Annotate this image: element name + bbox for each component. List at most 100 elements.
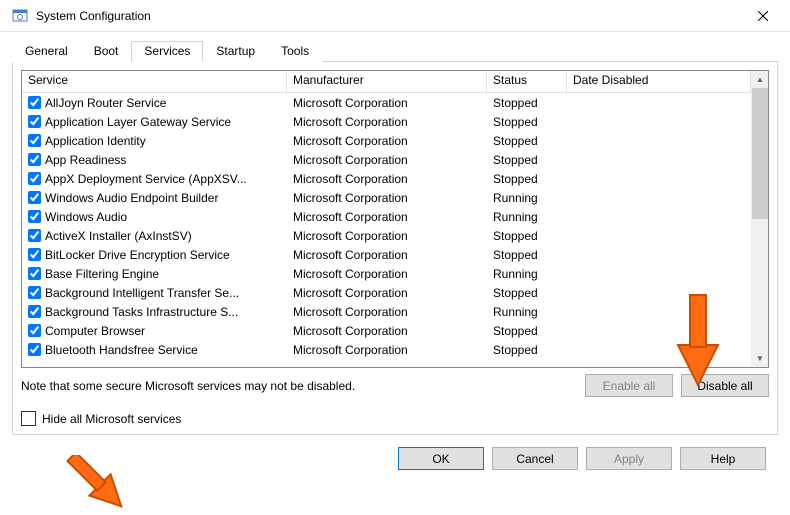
manufacturer-cell: Microsoft Corporation xyxy=(287,191,487,205)
cancel-button[interactable]: Cancel xyxy=(492,447,578,470)
status-cell: Stopped xyxy=(487,172,567,186)
tab-tools[interactable]: Tools xyxy=(268,41,322,62)
service-checkbox[interactable] xyxy=(28,305,41,318)
service-checkbox[interactable] xyxy=(28,267,41,280)
manufacturer-cell: Microsoft Corporation xyxy=(287,229,487,243)
status-cell: Stopped xyxy=(487,115,567,129)
service-name: BitLocker Drive Encryption Service xyxy=(45,248,230,262)
manufacturer-cell: Microsoft Corporation xyxy=(287,267,487,281)
service-name: AllJoyn Router Service xyxy=(45,96,166,110)
tab-startup[interactable]: Startup xyxy=(203,41,268,62)
enable-all-button[interactable]: Enable all xyxy=(585,374,673,397)
ok-button[interactable]: OK xyxy=(398,447,484,470)
service-name: Base Filtering Engine xyxy=(45,267,159,281)
table-row[interactable]: AppX Deployment Service (AppXSV... Micros… xyxy=(22,169,751,188)
service-checkbox[interactable] xyxy=(28,248,41,261)
status-cell: Running xyxy=(487,191,567,205)
hide-ms-services-label[interactable]: Hide all Microsoft services xyxy=(42,412,181,426)
titlebar: System Configuration xyxy=(0,0,790,32)
tab-services[interactable]: Services xyxy=(131,41,203,62)
manufacturer-cell: Microsoft Corporation xyxy=(287,286,487,300)
service-checkbox[interactable] xyxy=(28,134,41,147)
service-name: Background Intelligent Transfer Se... xyxy=(45,286,239,300)
table-row[interactable]: Base Filtering Engine Microsoft Corporati… xyxy=(22,264,751,283)
app-icon xyxy=(12,8,28,24)
service-checkbox[interactable] xyxy=(28,153,41,166)
status-cell: Running xyxy=(487,210,567,224)
status-cell: Stopped xyxy=(487,96,567,110)
service-checkbox[interactable] xyxy=(28,324,41,337)
scroll-up-icon[interactable]: ▲ xyxy=(752,71,768,88)
services-listview: Service Manufacturer Status Date Disable… xyxy=(21,70,769,368)
tab-strip: General Boot Services Startup Tools xyxy=(12,40,778,62)
service-name: App Readiness xyxy=(45,153,126,167)
service-checkbox[interactable] xyxy=(28,115,41,128)
table-row[interactable]: Computer Browser Microsoft CorporationSto… xyxy=(22,321,751,340)
service-checkbox[interactable] xyxy=(28,343,41,356)
status-cell: Stopped xyxy=(487,324,567,338)
service-checkbox[interactable] xyxy=(28,172,41,185)
scrollbar-vertical[interactable]: ▲ ▼ xyxy=(751,71,768,367)
tab-boot[interactable]: Boot xyxy=(81,41,132,62)
status-cell: Stopped xyxy=(487,134,567,148)
table-row[interactable]: Background Intelligent Transfer Se... Mic… xyxy=(22,283,751,302)
service-checkbox[interactable] xyxy=(28,191,41,204)
help-button[interactable]: Help xyxy=(680,447,766,470)
status-cell: Running xyxy=(487,267,567,281)
table-row[interactable]: Bluetooth Handsfree Service Microsoft Cor… xyxy=(22,340,751,359)
tab-general[interactable]: General xyxy=(12,41,81,62)
manufacturer-cell: Microsoft Corporation xyxy=(287,96,487,110)
service-name: Application Identity xyxy=(45,134,146,148)
table-row[interactable]: Application Identity Microsoft Corporatio… xyxy=(22,131,751,150)
manufacturer-cell: Microsoft Corporation xyxy=(287,324,487,338)
service-name: Bluetooth Handsfree Service xyxy=(45,343,198,357)
manufacturer-cell: Microsoft Corporation xyxy=(287,172,487,186)
manufacturer-cell: Microsoft Corporation xyxy=(287,210,487,224)
status-cell: Running xyxy=(487,305,567,319)
manufacturer-cell: Microsoft Corporation xyxy=(287,115,487,129)
window-title: System Configuration xyxy=(36,9,740,23)
table-row[interactable]: AllJoyn Router Service Microsoft Corporat… xyxy=(22,93,751,112)
disable-all-button[interactable]: Disable all xyxy=(681,374,769,397)
column-header-date-disabled[interactable]: Date Disabled xyxy=(567,71,751,93)
table-row[interactable]: Windows Audio Microsoft CorporationRunnin… xyxy=(22,207,751,226)
manufacturer-cell: Microsoft Corporation xyxy=(287,343,487,357)
table-row[interactable]: BitLocker Drive Encryption Service Micros… xyxy=(22,245,751,264)
service-name: Background Tasks Infrastructure S... xyxy=(45,305,238,319)
service-name: AppX Deployment Service (AppXSV... xyxy=(45,172,247,186)
table-row[interactable]: ActiveX Installer (AxInstSV) Microsoft Co… xyxy=(22,226,751,245)
status-cell: Stopped xyxy=(487,153,567,167)
service-checkbox[interactable] xyxy=(28,229,41,242)
column-header-service[interactable]: Service xyxy=(22,71,287,93)
service-name: Application Layer Gateway Service xyxy=(45,115,231,129)
scroll-thumb[interactable] xyxy=(752,88,768,219)
listview-header: Service Manufacturer Status Date Disable… xyxy=(22,71,751,93)
column-header-status[interactable]: Status xyxy=(487,71,567,93)
service-checkbox[interactable] xyxy=(28,286,41,299)
status-cell: Stopped xyxy=(487,229,567,243)
scroll-down-icon[interactable]: ▼ xyxy=(752,350,768,367)
status-cell: Stopped xyxy=(487,248,567,262)
status-cell: Stopped xyxy=(487,343,567,357)
table-row[interactable]: Background Tasks Infrastructure S... Micr… xyxy=(22,302,751,321)
service-name: Windows Audio Endpoint Builder xyxy=(45,191,218,205)
manufacturer-cell: Microsoft Corporation xyxy=(287,153,487,167)
manufacturer-cell: Microsoft Corporation xyxy=(287,134,487,148)
service-name: Windows Audio xyxy=(45,210,127,224)
service-checkbox[interactable] xyxy=(28,96,41,109)
apply-button[interactable]: Apply xyxy=(586,447,672,470)
tab-panel-services: Service Manufacturer Status Date Disable… xyxy=(12,62,778,435)
manufacturer-cell: Microsoft Corporation xyxy=(287,305,487,319)
manufacturer-cell: Microsoft Corporation xyxy=(287,248,487,262)
service-name: ActiveX Installer (AxInstSV) xyxy=(45,229,192,243)
hide-ms-services-checkbox[interactable] xyxy=(21,411,36,426)
status-cell: Stopped xyxy=(487,286,567,300)
column-header-manufacturer[interactable]: Manufacturer xyxy=(287,71,487,93)
close-button[interactable] xyxy=(740,0,786,32)
table-row[interactable]: App Readiness Microsoft CorporationStoppe… xyxy=(22,150,751,169)
service-name: Computer Browser xyxy=(45,324,145,338)
table-row[interactable]: Windows Audio Endpoint Builder Microsoft … xyxy=(22,188,751,207)
note-text: Note that some secure Microsoft services… xyxy=(21,379,577,393)
table-row[interactable]: Application Layer Gateway Service Microso… xyxy=(22,112,751,131)
service-checkbox[interactable] xyxy=(28,210,41,223)
